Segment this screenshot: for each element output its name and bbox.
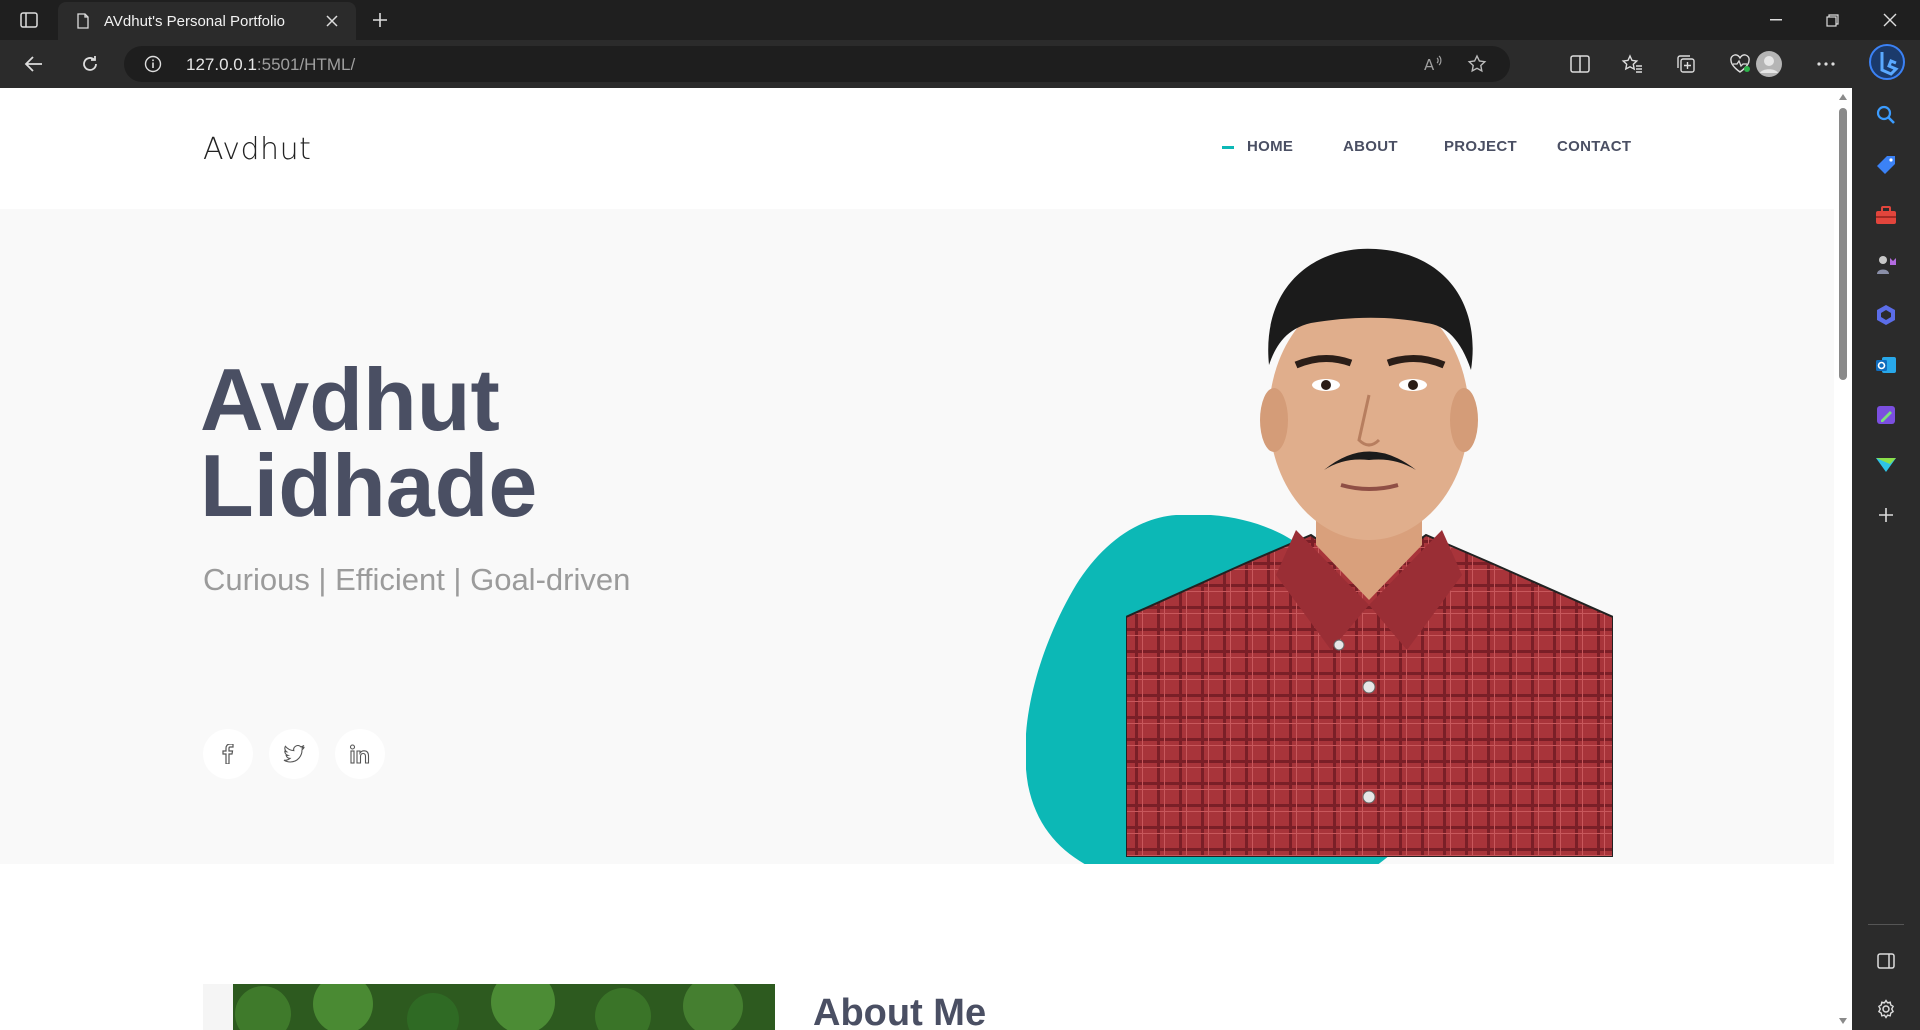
tab-title: AVdhut's Personal Portfolio (104, 12, 286, 30)
about-section: About Me (0, 864, 1834, 1030)
close-window-button[interactable] (1862, 0, 1918, 40)
collections-icon[interactable] (1668, 48, 1704, 80)
new-tab-button[interactable] (366, 8, 394, 32)
sidebar-separator (1868, 924, 1904, 925)
address-bar[interactable]: 127.0.0.1:5501/HTML/ A (124, 46, 1510, 82)
bing-copilot-icon[interactable] (1869, 44, 1905, 80)
nav-contact[interactable]: CONTACT (1557, 138, 1631, 155)
split-screen-icon[interactable] (1562, 48, 1598, 80)
site-info-icon[interactable] (144, 55, 162, 73)
site-header: Avdhut HOME ABOUT PROJECT CONTACT (0, 88, 1834, 209)
scroll-down-arrow[interactable] (1839, 1018, 1847, 1024)
edge-sidebar (1852, 40, 1920, 1030)
more-menu-icon[interactable] (1808, 48, 1844, 80)
designer-icon[interactable] (1869, 398, 1903, 432)
hero-name: Avdhut Lidhade (200, 350, 538, 535)
minimize-button[interactable] (1748, 0, 1804, 40)
outlook-icon[interactable] (1869, 348, 1903, 382)
page-scrollbar[interactable] (1834, 88, 1852, 1030)
back-button[interactable] (16, 48, 52, 80)
favorites-icon[interactable] (1614, 48, 1650, 80)
tools-icon[interactable] (1869, 198, 1903, 232)
close-tab-icon[interactable] (322, 11, 342, 31)
read-aloud-icon[interactable]: A (1420, 52, 1446, 76)
about-photo (203, 984, 775, 1030)
hide-sidebar-icon[interactable] (1869, 944, 1903, 978)
tab-strip: AVdhut's Personal Portfolio (0, 0, 1920, 40)
hero-tagline: Curious | Efficient | Goal-driven (203, 562, 631, 597)
site-logo[interactable]: Avdhut (203, 132, 311, 167)
nav-project[interactable]: PROJECT (1444, 138, 1517, 155)
sidebar-settings-gear-icon[interactable] (1869, 992, 1903, 1026)
scroll-up-arrow[interactable] (1839, 94, 1847, 100)
url-text: 127.0.0.1:5501/HTML/ (186, 55, 356, 74)
browser-tab[interactable]: AVdhut's Personal Portfolio (58, 2, 356, 40)
hero-section: Avdhut Lidhade Curious | Efficient | Goa… (0, 209, 1834, 864)
refresh-button[interactable] (72, 48, 108, 80)
nav-home[interactable]: HOME (1221, 138, 1293, 155)
profile-avatar[interactable] (1752, 48, 1786, 80)
search-icon[interactable] (1869, 98, 1903, 132)
nav-about[interactable]: ABOUT (1343, 138, 1398, 155)
profile-photo (1126, 248, 1613, 857)
add-sidebar-app-icon[interactable] (1869, 498, 1903, 532)
page-viewport: Avdhut HOME ABOUT PROJECT CONTACT Avdhut… (0, 88, 1834, 1030)
games-icon[interactable] (1869, 248, 1903, 282)
scrollbar-thumb[interactable] (1839, 108, 1847, 380)
about-title: About Me (813, 992, 987, 1030)
twitter-icon[interactable] (269, 729, 319, 779)
tab-actions-icon[interactable] (14, 8, 44, 32)
page-icon (77, 13, 89, 29)
drop-icon[interactable] (1869, 448, 1903, 482)
facebook-icon[interactable] (203, 729, 253, 779)
restore-button[interactable] (1804, 0, 1860, 40)
linkedin-icon[interactable] (335, 729, 385, 779)
copilot-icon[interactable] (1869, 298, 1903, 332)
favorite-star-icon[interactable] (1464, 52, 1490, 76)
shopping-tag-icon[interactable] (1869, 148, 1903, 182)
svg-text:A: A (1424, 56, 1435, 73)
browser-toolbar: 127.0.0.1:5501/HTML/ A (0, 40, 1920, 88)
